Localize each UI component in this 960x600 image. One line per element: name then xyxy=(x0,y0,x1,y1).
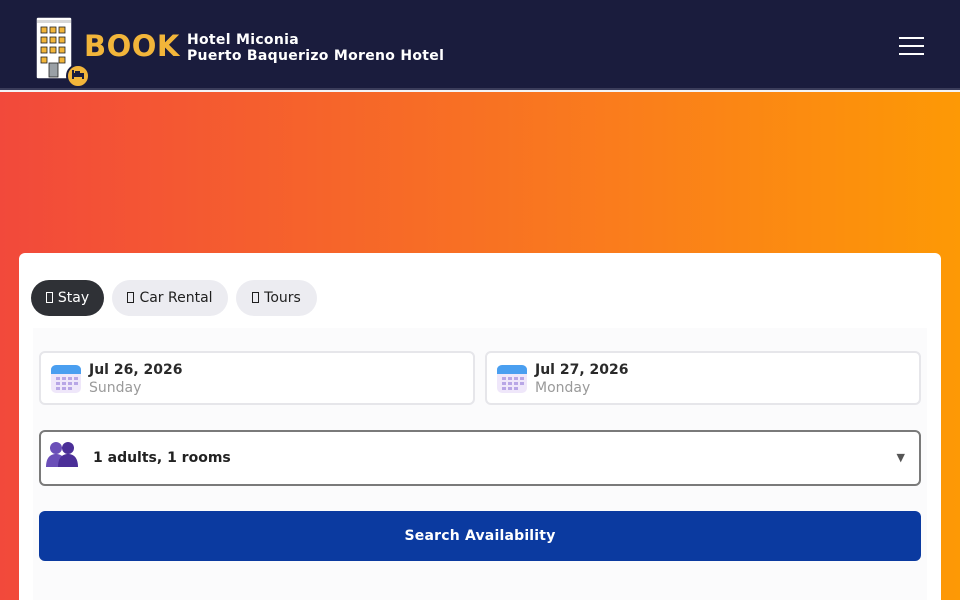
tab-label: Tours xyxy=(264,290,301,306)
checkout-weekday: Monday xyxy=(535,380,591,396)
checkin-date-field[interactable]: Jul 26, 2026 Sunday xyxy=(39,351,475,405)
guests-rooms-select[interactable]: 1 adults, 1 rooms ▼ xyxy=(39,430,921,486)
checkout-date-field[interactable]: Jul 27, 2026 Monday xyxy=(485,351,921,405)
people-icon xyxy=(46,442,78,467)
search-availability-button[interactable]: Search Availability xyxy=(39,511,921,561)
stay-icon xyxy=(45,292,53,303)
tab-stay[interactable]: Stay xyxy=(31,280,104,316)
checkout-date: Jul 27, 2026 xyxy=(535,362,629,378)
hotel-name: Hotel Miconia xyxy=(187,32,299,48)
chevron-down-icon: ▼ xyxy=(896,451,905,464)
checkin-weekday: Sunday xyxy=(89,380,142,396)
tab-tours[interactable]: Tours xyxy=(236,280,317,316)
hotel-subtitle: Puerto Baquerizo Moreno Hotel xyxy=(187,48,445,64)
tab-label: Stay xyxy=(57,290,90,306)
calendar-icon xyxy=(497,365,527,393)
booking-card: Stay Car Rental Tours Jul 26, 2026 Sunda… xyxy=(19,253,941,600)
guests-rooms-value: 1 adults, 1 rooms xyxy=(93,450,231,466)
tab-car-rental[interactable]: Car Rental xyxy=(112,280,228,316)
tab-label: Car Rental xyxy=(139,290,213,306)
brand-logo-text[interactable]: BOOK xyxy=(84,28,180,64)
checkin-date: Jul 26, 2026 xyxy=(89,362,183,378)
car-icon xyxy=(127,292,135,303)
calendar-icon xyxy=(51,365,81,393)
tours-icon xyxy=(252,292,260,303)
site-header: BOOK Hotel Miconia Puerto Baquerizo More… xyxy=(0,0,960,90)
hamburger-menu-icon[interactable] xyxy=(898,34,926,58)
